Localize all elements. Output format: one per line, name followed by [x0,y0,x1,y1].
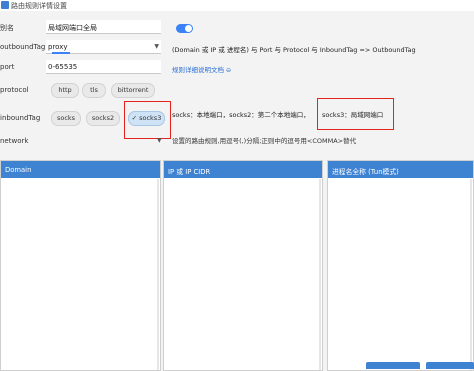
protocol-chip-http[interactable]: http [51,83,79,98]
rule-doc-link[interactable]: 规则详细说明文档 ⊖ [172,64,231,74]
title-bar: 路由规则详情设置 [0,0,474,11]
ip-panel-title: IP 或 IP CIDR [168,168,211,176]
domain-panel-title: Domain [5,166,32,174]
enabled-toggle[interactable] [176,24,193,33]
rule-separator-note: 设置的路由规则,用逗号(,)分隔;正则中的逗号用<COMMA>替代 [172,137,357,145]
ip-panel-header: IP 或 IP CIDR [164,161,322,178]
inbound-help-text: socks：本地端口，socks2：第二个本地端口， [172,111,310,119]
port-input[interactable]: 0-65535 [46,60,161,74]
link-icon: ⊖ [226,67,232,74]
protocol-label: protocol [0,86,29,94]
ip-panel-scrollbar[interactable] [319,179,321,370]
process-panel-header: 进程名全称 (Tun模式) [328,161,473,178]
confirm-button[interactable] [366,362,420,369]
inbound-chip-label: socks2 [91,114,115,122]
outbound-value: proxy [48,43,68,51]
protocol-chip-bittorrent[interactable]: bittorrent [111,83,155,98]
cancel-button[interactable] [426,362,474,369]
port-label: port [0,63,15,71]
inbound-help-socks3: socks3：局域网端口 [322,111,384,119]
protocol-chip-label: bittorrent [117,86,149,94]
protocol-chip-tls[interactable]: tls [82,83,106,98]
process-panel-scrollbar[interactable] [470,179,472,370]
toggle-knob [185,25,192,32]
chevron-down-icon: ▼ [154,43,159,50]
outbound-tag-label: outboundTag [0,43,46,51]
network-label: network [0,137,29,145]
inbound-tag-label: inboundTag [0,114,41,122]
process-panel[interactable]: 进程名全称 (Tun模式) [327,160,474,371]
outbound-focus-indicator [52,52,70,54]
rule-help-text: (Domain 或 IP 或 进程名) 与 Port 与 Protocol 与 … [172,46,416,54]
inbound-chip-socks2[interactable]: socks2 [86,111,120,126]
socks3-highlight-box [124,101,171,139]
domain-panel-header: Domain [1,161,160,178]
window-title: 路由规则详情设置 [11,2,67,10]
inbound-chip-socks[interactable]: socks [51,111,81,126]
protocol-chip-label: http [58,86,72,94]
rule-doc-link-label: 规则详细说明文档 [172,66,224,74]
app-icon [1,1,9,9]
port-value: 0-65535 [48,63,78,71]
alias-input[interactable]: 局域网端口全局 [46,20,161,34]
alias-value: 局域网端口全局 [48,24,97,32]
process-panel-title: 进程名全称 (Tun模式) [332,168,399,176]
network-dropdown-icon[interactable]: ▼ [157,137,162,144]
domain-panel-scrollbar[interactable] [157,179,159,370]
ip-panel[interactable]: IP 或 IP CIDR [163,160,323,371]
alias-label: 别名 [0,24,14,32]
domain-panel[interactable]: Domain [0,160,161,371]
inbound-chip-label: socks [56,114,76,122]
protocol-chip-label: tls [90,86,98,94]
